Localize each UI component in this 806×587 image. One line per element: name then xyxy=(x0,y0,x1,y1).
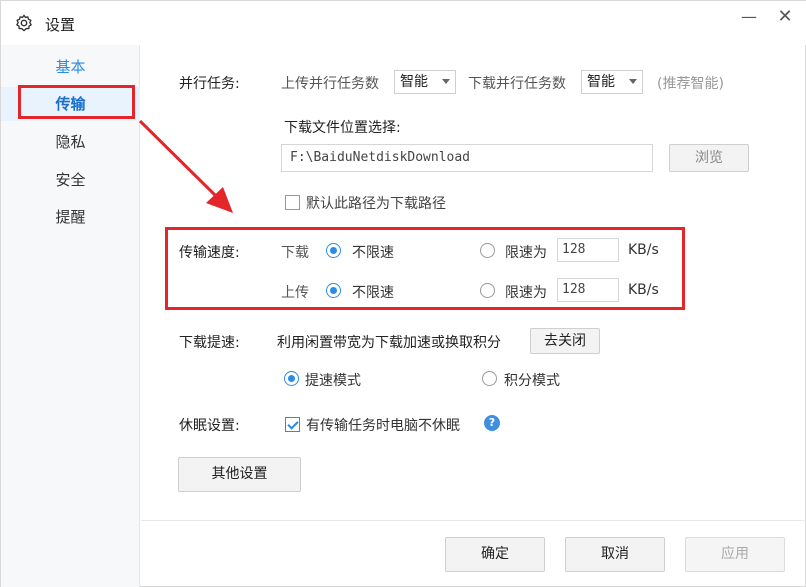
speed-mode-label: 提速模式 xyxy=(305,373,361,389)
upload-parallel-label: 上传并行任务数 xyxy=(281,76,379,92)
boost-description: 利用闲置带宽为下载加速或换取积分 xyxy=(277,335,501,351)
download-path-field[interactable]: F:\BaiduNetdiskDownload xyxy=(281,144,653,172)
speed-mode-radio[interactable] xyxy=(284,371,299,386)
chevron-down-icon xyxy=(442,79,450,84)
close-button[interactable]: ✕ xyxy=(773,7,797,27)
boost-label: 下载提速: xyxy=(179,335,240,351)
upload-parallel-value: 智能 xyxy=(400,74,428,90)
window-title: 设置 xyxy=(45,16,76,34)
ok-button[interactable]: 确定 xyxy=(445,537,545,572)
sidebar-item-reminder[interactable]: 提醒 xyxy=(1,200,140,234)
boost-close-button[interactable]: 去关闭 xyxy=(530,328,600,354)
download-parallel-label: 下载并行任务数 xyxy=(468,76,566,92)
points-mode-radio[interactable] xyxy=(482,371,497,386)
gear-icon xyxy=(16,14,32,32)
browse-button[interactable]: 浏览 xyxy=(669,144,749,172)
points-mode-label: 积分模式 xyxy=(504,373,560,389)
cancel-button[interactable]: 取消 xyxy=(565,537,665,572)
default-path-checkbox[interactable] xyxy=(285,195,300,210)
no-sleep-checkbox[interactable] xyxy=(285,417,300,432)
sleep-label: 休眠设置: xyxy=(179,418,240,434)
apply-button[interactable]: 应用 xyxy=(685,537,785,572)
sidebar: 基本 传输 隐私 安全 提醒 xyxy=(1,45,140,587)
footer-divider xyxy=(141,520,806,521)
parallel-tasks-label: 并行任务: xyxy=(179,76,240,92)
sidebar-item-privacy[interactable]: 隐私 xyxy=(1,125,140,159)
sidebar-item-basic[interactable]: 基本 xyxy=(1,50,140,84)
title-bar: 设置 — ✕ xyxy=(1,1,806,45)
annotation-box-speed xyxy=(165,227,685,310)
other-settings-button[interactable]: 其他设置 xyxy=(178,457,301,492)
help-icon[interactable]: ? xyxy=(484,415,500,431)
annotation-box-transfer-tab xyxy=(18,85,135,119)
download-parallel-select[interactable]: 智能 xyxy=(581,70,643,94)
settings-window: 设置 — ✕ 基本 传输 隐私 安全 提醒 并行任务: 上传并行任务数 智能 下… xyxy=(0,0,806,587)
no-sleep-label: 有传输任务时电脑不休眠 xyxy=(306,418,460,434)
default-path-label: 默认此路径为下载路径 xyxy=(306,196,446,212)
chevron-down-icon xyxy=(629,79,637,84)
minimize-button[interactable]: — xyxy=(737,7,761,27)
sidebar-item-security[interactable]: 安全 xyxy=(1,163,140,197)
upload-parallel-select[interactable]: 智能 xyxy=(394,70,456,94)
parallel-hint: (推荐智能) xyxy=(657,76,724,92)
download-parallel-value: 智能 xyxy=(587,74,615,90)
download-location-label: 下载文件位置选择: xyxy=(284,120,401,136)
